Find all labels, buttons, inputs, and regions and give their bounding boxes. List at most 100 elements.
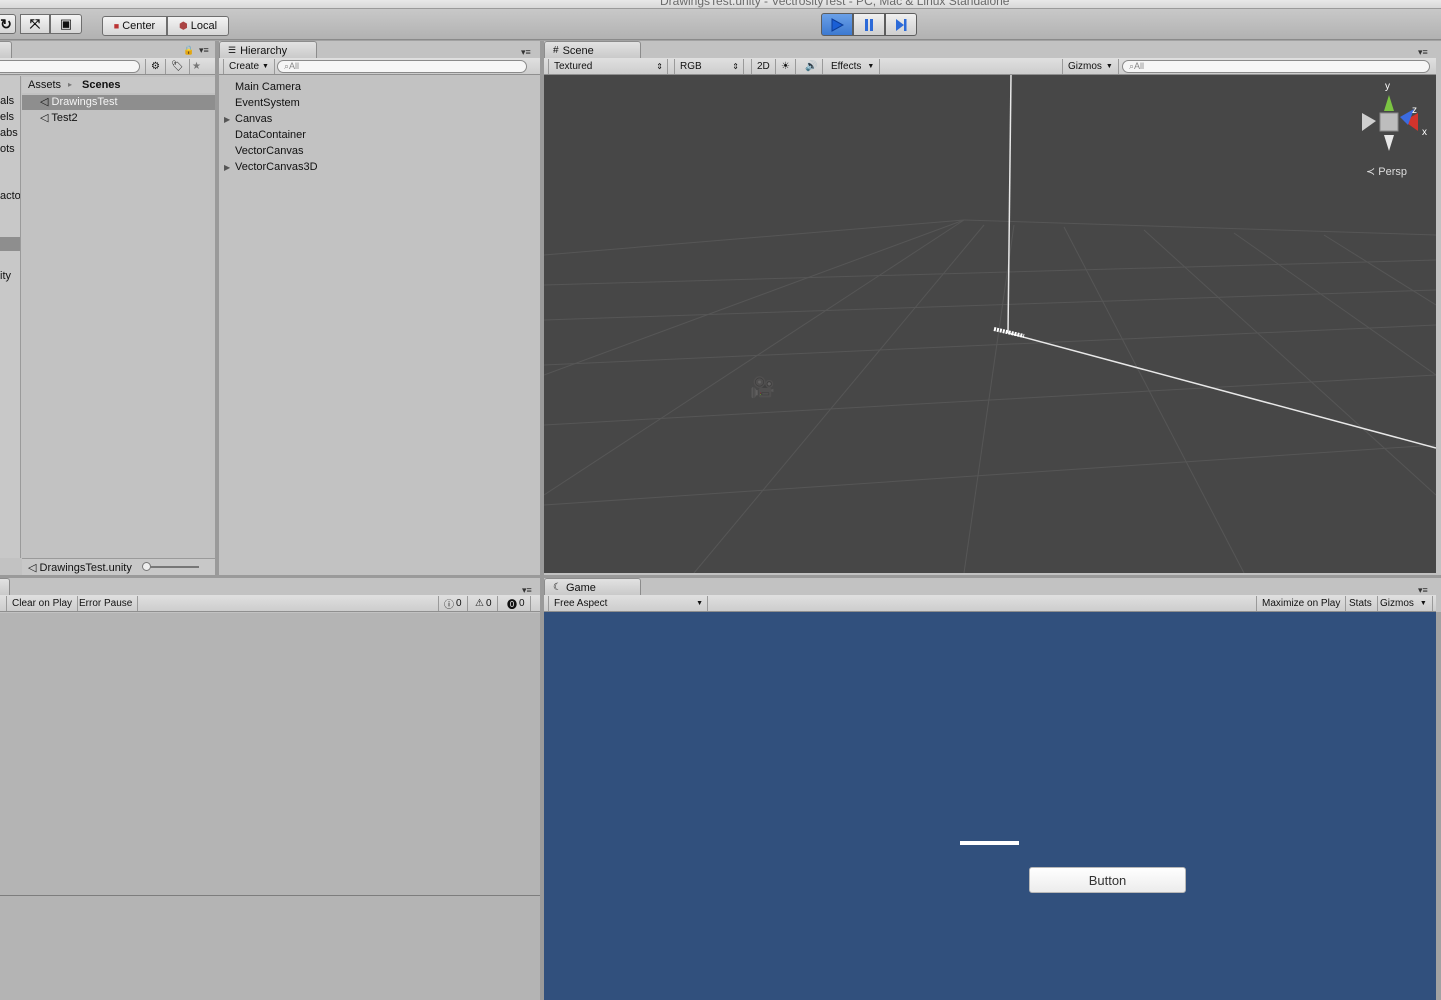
scene-grid-icon: # bbox=[553, 45, 559, 56]
expand-triangle-icon[interactable]: ▶ bbox=[224, 163, 230, 172]
vector-line bbox=[960, 841, 1019, 845]
pivot-center-button[interactable]: ■ Center bbox=[102, 16, 167, 36]
tag-icon: 🏷 bbox=[171, 61, 184, 72]
list-item[interactable]: ◁ Test2 bbox=[40, 111, 78, 124]
unity-scene-icon: ◁ bbox=[40, 96, 49, 108]
tab-hierarchy[interactable]: ☰ Hierarchy bbox=[219, 41, 317, 59]
info-icon: ⓘ bbox=[444, 600, 454, 611]
rotate-tool-button[interactable]: ↻ bbox=[0, 14, 16, 34]
console-detail-area bbox=[0, 896, 540, 1000]
console-panel: ▾≡ Clear on Play Error Pause ⓘ 0 ⚠ 0 ⓿0 bbox=[0, 578, 540, 1000]
folder-item[interactable]: acto bbox=[0, 190, 20, 202]
game-viewport[interactable]: Button bbox=[544, 612, 1436, 1000]
camera-gizmo-icon[interactable]: 🎥 bbox=[750, 375, 775, 400]
hierarchy-item-canvas[interactable]: Canvas bbox=[235, 113, 272, 125]
list-item[interactable]: ◁ DrawingsTest bbox=[40, 95, 118, 108]
folder-item[interactable]: rials bbox=[0, 95, 14, 107]
game-panel: ☾ Game ▾≡ Free Aspect ▼ Maximize on Play… bbox=[544, 578, 1441, 612]
folder-item[interactable]: ity bbox=[0, 270, 11, 282]
hierarchy-search-input[interactable]: ⌕All bbox=[277, 60, 527, 73]
favorites-button[interactable]: ★ bbox=[187, 59, 206, 74]
rotate-icon: ↻ bbox=[0, 15, 12, 32]
expand-triangle-icon[interactable]: ▶ bbox=[224, 115, 230, 124]
play-icon bbox=[831, 17, 844, 32]
hierarchy-item-main-camera[interactable]: Main Camera bbox=[235, 81, 301, 93]
lighting-toggle[interactable]: ☀ bbox=[776, 59, 796, 74]
game-gizmos-dropdown[interactable]: Gizmos ▼ bbox=[1375, 596, 1433, 611]
error-icon: ⓿ bbox=[507, 600, 517, 611]
rect-tool-button[interactable]: ▣ bbox=[50, 14, 82, 34]
warning-icon: ⚠ bbox=[475, 598, 484, 609]
hierarchy-item-eventsystem[interactable]: EventSystem bbox=[235, 97, 300, 109]
filter-type-button[interactable]: ⚙ bbox=[145, 59, 166, 74]
dropdown-arrows-icon: ⇕ bbox=[732, 62, 739, 71]
error-filter-toggle[interactable]: ⓿0 bbox=[502, 596, 531, 611]
star-icon: ★ bbox=[192, 61, 201, 72]
game-icon: ☾ bbox=[553, 582, 562, 593]
gizmos-dropdown[interactable]: Gizmos ▼ bbox=[1062, 59, 1119, 74]
sun-icon: ☀ bbox=[781, 61, 790, 72]
space-label: Local bbox=[190, 20, 218, 32]
tab-console[interactable] bbox=[0, 578, 10, 596]
space-local-button[interactable]: ⬢ Local bbox=[167, 16, 229, 36]
folder-item[interactable]: els bbox=[0, 111, 14, 123]
window-title-bar: DrawingsTest.unity - VectrosityTest - PC… bbox=[0, 0, 1441, 9]
console-log-area[interactable] bbox=[0, 613, 540, 895]
panel-menu-icon[interactable]: ▾≡ bbox=[1418, 47, 1428, 58]
game-toolbar: Free Aspect ▼ Maximize on Play Stats Giz… bbox=[544, 595, 1436, 612]
hierarchy-item-vectorcanvas3d[interactable]: VectorCanvas3D bbox=[235, 161, 318, 173]
play-button[interactable] bbox=[821, 13, 853, 36]
pause-button[interactable] bbox=[853, 13, 885, 36]
clear-on-play-toggle[interactable]: Clear on Play bbox=[6, 596, 79, 611]
panel-menu-icon[interactable]: ▾≡ bbox=[521, 47, 531, 58]
audio-toggle[interactable]: 🔊 bbox=[800, 59, 824, 74]
orientation-gizmo[interactable]: y z x bbox=[1352, 81, 1430, 161]
projection-toggle[interactable]: ≺ Persp bbox=[1366, 165, 1407, 178]
project-search-input[interactable] bbox=[0, 60, 140, 73]
hierarchy-item-datacontainer[interactable]: DataContainer bbox=[235, 129, 306, 141]
unity-scene-icon: ◁ bbox=[28, 562, 37, 574]
hierarchy-item-vectorcanvas[interactable]: VectorCanvas bbox=[235, 145, 303, 157]
list-item-label: Test2 bbox=[51, 112, 78, 124]
pivot-icon: ■ bbox=[113, 21, 120, 31]
maximize-on-play-toggle[interactable]: Maximize on Play bbox=[1256, 596, 1347, 611]
zoom-slider-handle[interactable] bbox=[142, 562, 151, 571]
console-toolbar: Clear on Play Error Pause ⓘ 0 ⚠ 0 ⓿0 bbox=[0, 595, 540, 612]
scene-search-input[interactable]: ⌕All bbox=[1122, 60, 1430, 73]
create-dropdown[interactable]: Create ▼ bbox=[223, 59, 275, 74]
tab-project[interactable] bbox=[0, 41, 12, 59]
rect-tool-icon: ▣ bbox=[59, 16, 73, 31]
render-mode-dropdown[interactable]: Textured ⇕ bbox=[548, 59, 668, 74]
scale-tool-button[interactable]: ⤧ bbox=[20, 14, 50, 34]
zoom-slider[interactable] bbox=[144, 566, 199, 568]
game-ui-button[interactable]: Button bbox=[1029, 867, 1186, 893]
list-item-label: DrawingsTest bbox=[51, 96, 118, 108]
dropdown-arrows-icon: ⇕ bbox=[656, 62, 663, 71]
pause-icon bbox=[865, 18, 873, 31]
project-footer: ◁ DrawingsTest.unity bbox=[22, 558, 215, 575]
project-panel: 🔒 ▾≡ ⚙ 🏷 ★ rials els abs ots acto ity As… bbox=[0, 41, 215, 575]
playback-controls bbox=[821, 13, 917, 36]
toggle-2d-button[interactable]: 2D bbox=[751, 59, 776, 74]
error-pause-toggle[interactable]: Error Pause bbox=[74, 596, 139, 611]
chevron-down-icon: ▼ bbox=[867, 63, 875, 70]
axis-gizmo-icon bbox=[1362, 95, 1418, 151]
local-space-icon: ⬢ bbox=[178, 20, 188, 32]
channel-dropdown[interactable]: RGB ⇕ bbox=[674, 59, 744, 74]
tab-game[interactable]: ☾ Game bbox=[544, 578, 641, 596]
breadcrumb-separator-icon: ▸ bbox=[68, 80, 73, 89]
panel-menu-icon[interactable]: ▾≡ bbox=[199, 45, 209, 56]
warning-filter-toggle[interactable]: ⚠ 0 bbox=[470, 596, 498, 611]
scene-viewport[interactable]: 🎥 y z x ≺ Persp bbox=[544, 75, 1436, 573]
folder-item[interactable]: ots bbox=[0, 143, 15, 155]
folder-item[interactable]: abs bbox=[0, 127, 18, 139]
breadcrumb-root[interactable]: Assets bbox=[28, 79, 61, 91]
effects-dropdown[interactable]: Effects ▼ bbox=[826, 59, 881, 74]
tab-scene[interactable]: # Scene bbox=[544, 41, 641, 59]
breadcrumb-current[interactable]: Scenes bbox=[82, 79, 121, 91]
lock-icon[interactable]: 🔒 bbox=[183, 45, 194, 56]
stats-toggle[interactable]: Stats bbox=[1344, 596, 1378, 611]
log-filter-toggle[interactable]: ⓘ 0 bbox=[438, 596, 468, 611]
step-button[interactable] bbox=[885, 13, 917, 36]
aspect-dropdown[interactable]: Free Aspect ▼ bbox=[548, 596, 708, 611]
